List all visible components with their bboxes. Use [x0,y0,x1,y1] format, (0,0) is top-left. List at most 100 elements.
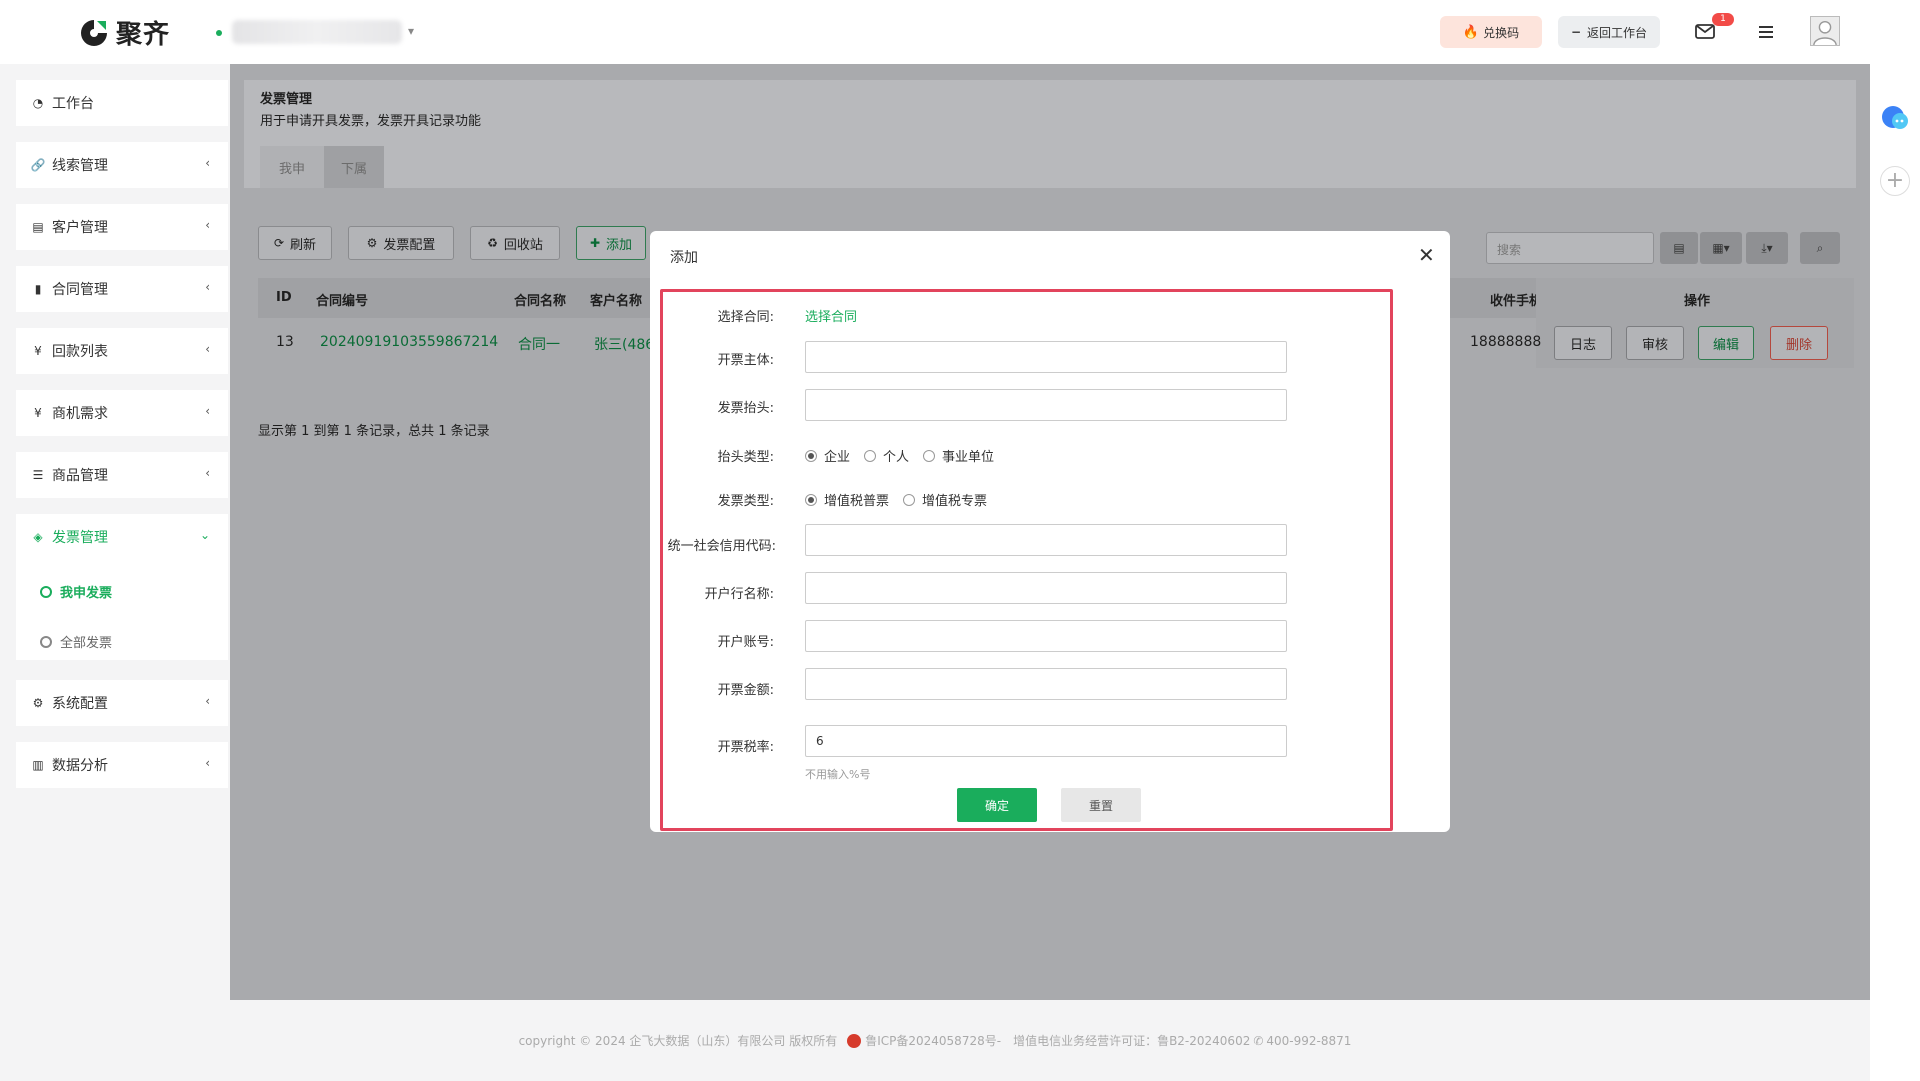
sidebar-item-customers[interactable]: ▤ 客户管理 ‹ [16,204,228,250]
gear-icon: ⚙ [366,236,378,250]
org-selector[interactable] [232,20,402,44]
sidebar-item-workbench[interactable]: ◔ 工作台 [16,80,228,126]
redeem-code-label: 兑换码 [1483,25,1520,40]
police-emblem-icon [847,1033,862,1048]
recycle-bin-button[interactable]: ♻ 回收站 [470,226,560,260]
circle-icon [40,585,52,598]
bookmark-icon: ▮ [34,282,42,296]
download-icon: ⤓▾ [1761,240,1773,255]
sidebar-subitem-my-invoices[interactable]: 我申发票 [40,582,112,601]
add-button[interactable]: ✚ 添加 [576,226,646,260]
cell-contract-name[interactable]: 合同一 [518,334,560,354]
sidebar-item-invoices[interactable]: ◈ 发票管理 ⌄ [16,514,228,560]
page-header [244,80,1856,188]
footer-copyright: copyright © 2024 企飞大数据（山东）有限公司 版权所有 [518,1034,838,1048]
toggle-view-button[interactable]: ▤ [1660,232,1698,264]
tab-mine[interactable]: 我申 [260,146,324,188]
refresh-button[interactable]: ⟳ 刷新 [258,226,332,260]
choose-contract-link[interactable]: 选择合同 [805,306,857,325]
search-button[interactable]: ⌕ [1800,232,1840,264]
chevron-left-icon: ‹ [205,466,210,480]
list-icon: ☰ [32,468,44,482]
circle-icon [40,635,52,648]
sidebar-item-leads[interactable]: 🔗 线索管理 ‹ [16,142,228,188]
sidebar-item-label: 工作台 [52,96,94,112]
recycle-icon: ♻ [487,236,498,250]
bank-name-input[interactable] [805,572,1287,604]
cell-customer[interactable]: 张三(486 [594,334,654,354]
radio-individual[interactable]: 个人 [864,446,909,465]
logo-text: 聚齐 [116,20,171,50]
delete-button[interactable]: 删除 [1770,326,1828,360]
sidebar-item-products[interactable]: ☰ 商品管理 ‹ [16,452,228,498]
page-title: 发票管理 [260,92,313,107]
search-input[interactable]: 搜索 [1486,232,1654,264]
chat-bot-icon[interactable] [1880,104,1910,132]
bar-chart-icon: ▥ [32,758,44,772]
footer-icp-link[interactable]: 鲁ICP备2024058728号- [865,1032,1001,1049]
id-card-icon: ▤ [32,220,44,234]
edit-button[interactable]: 编辑 [1698,326,1754,360]
logo[interactable]: 聚齐 [78,14,170,51]
amount-input[interactable] [805,668,1287,700]
radio-enterprise[interactable]: 企业 [805,446,850,465]
sidebar-item-label: 合同管理 [52,282,108,298]
radio-public-institution[interactable]: 事业单位 [923,446,994,465]
contract-label: 选择合同: [717,310,774,325]
reset-button[interactable]: 重置 [1061,788,1141,822]
grid-icon: ▦▾ [1712,241,1730,255]
sidebar-subitem-all-invoices[interactable]: 全部发票 [40,632,112,651]
credit-code-input[interactable] [805,524,1287,556]
sidebar-item-label: 线索管理 [52,158,108,174]
refresh-icon: ⟳ [273,236,285,250]
tab-subordinates[interactable]: 下属 [324,146,384,188]
sidebar-item-payments[interactable]: ¥ 回款列表 ‹ [16,328,228,374]
yen-icon: ¥ [34,406,42,420]
invoice-config-button[interactable]: ⚙ 发票配置 [348,226,454,260]
user-avatar[interactable] [1810,16,1840,46]
sidebar-item-contracts[interactable]: ▮ 合同管理 ‹ [16,266,228,312]
dashboard-icon: ◔ [32,96,44,110]
radio-dot [805,493,817,506]
column-header: ID [276,290,292,305]
account-input[interactable] [805,620,1287,652]
tax-rate-label: 开票税率: [717,740,774,755]
radio-special-vat[interactable]: 增值税专票 [903,490,987,509]
tax-rate-input[interactable]: 6 [805,725,1287,757]
column-header: 收件手机 [1490,294,1543,309]
right-rail [1870,64,1920,1081]
back-to-workbench-button[interactable]: − 返回工作台 [1558,16,1660,48]
radio-label: 增值税普票 [824,494,890,509]
invoice-header-label: 发票抬头: [717,401,774,416]
sidebar-item-label: 数据分析 [52,758,108,774]
redeem-code-button[interactable]: 🔥 兑换码 [1440,16,1542,48]
radio-dot [903,493,916,506]
close-icon[interactable]: ✕ [1418,243,1435,267]
footer-phone: 400-992-8871 [1266,1033,1352,1048]
caret-down-icon[interactable]: ▾ [408,24,414,38]
sidebar-item-analytics[interactable]: ▥ 数据分析 ‹ [16,742,228,788]
sidebar-item-opportunities[interactable]: ¥ 商机需求 ‹ [16,390,228,436]
sidebar-item-system-config[interactable]: ⚙ 系统配置 ‹ [16,680,228,726]
sidebar-subitem-label: 全部发票 [60,636,113,651]
cell-phone: 18888888 [1470,334,1542,350]
hamburger-menu-icon[interactable] [1756,22,1776,42]
column-header: 客户名称 [590,294,643,309]
cell-contract-no[interactable]: 20240919103559867214 [320,334,498,350]
issuer-input[interactable] [805,341,1287,373]
log-button[interactable]: 日志 [1554,326,1612,360]
column-header: 操作 [1684,294,1711,309]
columns-dropdown-button[interactable]: ▦▾ [1700,232,1742,264]
phone-icon: ✆ [1253,1033,1264,1048]
invoice-submenu: 我申发票 全部发票 [16,560,228,660]
export-dropdown-button[interactable]: ⤓▾ [1746,232,1788,264]
confirm-button[interactable]: 确定 [957,788,1037,822]
invoice-header-input[interactable] [805,389,1287,421]
radio-general-vat[interactable]: 增值税普票 [805,490,889,509]
chevron-left-icon: ‹ [205,694,210,708]
review-button[interactable]: 审核 [1626,326,1684,360]
sidebar-item-label: 商机需求 [52,406,108,422]
add-shortcut-button[interactable]: + [1880,166,1910,196]
sidebar-subitem-label: 我申发票 [60,586,113,601]
chevron-left-icon: ‹ [205,756,210,770]
